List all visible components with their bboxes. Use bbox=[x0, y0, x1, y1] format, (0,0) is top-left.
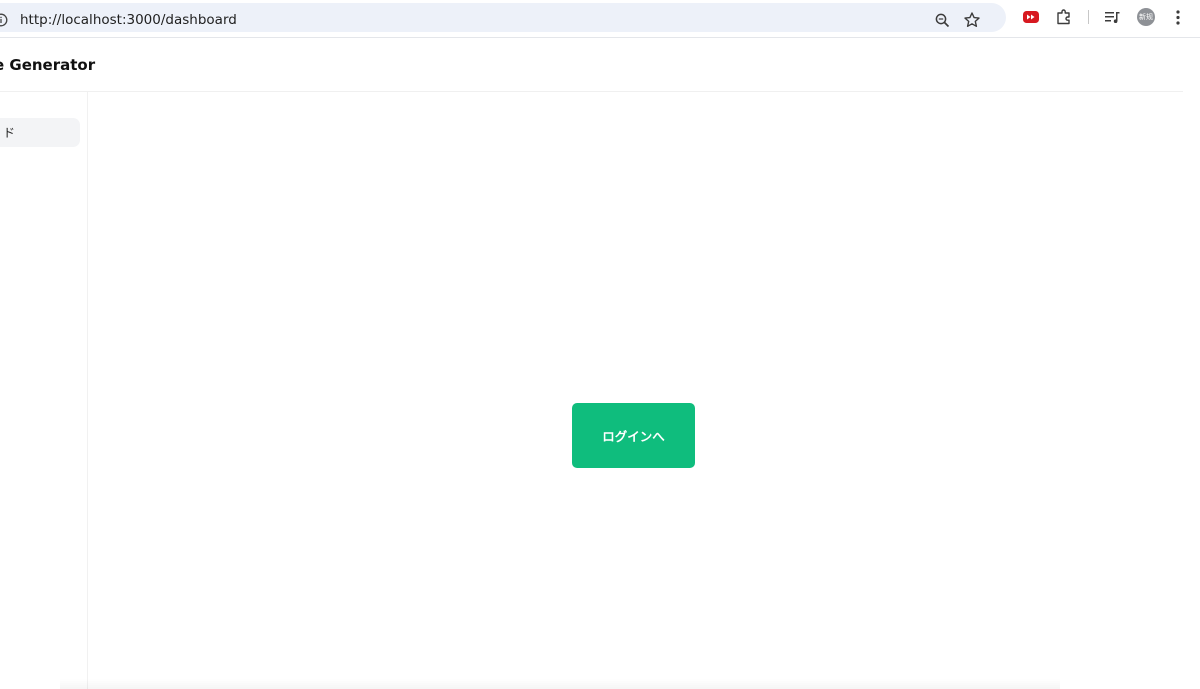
sidebar-item-dashboard[interactable]: ド bbox=[0, 118, 80, 147]
more-menu-icon[interactable] bbox=[1172, 9, 1184, 26]
sidebar-item-label: ド bbox=[2, 126, 15, 140]
url-text[interactable]: http://localhost:3000/dashboard bbox=[20, 12, 237, 28]
zoom-icon[interactable] bbox=[934, 12, 951, 29]
media-controls-icon[interactable] bbox=[1104, 9, 1121, 25]
address-bar[interactable]: http://localhost:3000/dashboard bbox=[0, 3, 1006, 32]
browser-toolbar: http://localhost:3000/dashboard 新规 bbox=[0, 0, 1200, 38]
app-title: e Generator bbox=[0, 56, 96, 74]
sidebar: ド bbox=[0, 92, 88, 689]
go-to-login-button[interactable]: ログインへ bbox=[572, 403, 695, 468]
bottom-shadow bbox=[60, 679, 1060, 689]
extension-red-icon[interactable] bbox=[1023, 10, 1039, 24]
main-content: ログインへ bbox=[88, 92, 1200, 689]
profile-avatar[interactable]: 新规 bbox=[1137, 8, 1155, 26]
extensions-puzzle-icon[interactable] bbox=[1055, 8, 1073, 26]
toolbar-divider bbox=[1088, 10, 1089, 24]
info-icon[interactable] bbox=[0, 13, 8, 27]
bookmark-star-icon[interactable] bbox=[963, 11, 981, 29]
app-header: e Generator bbox=[0, 38, 1183, 92]
